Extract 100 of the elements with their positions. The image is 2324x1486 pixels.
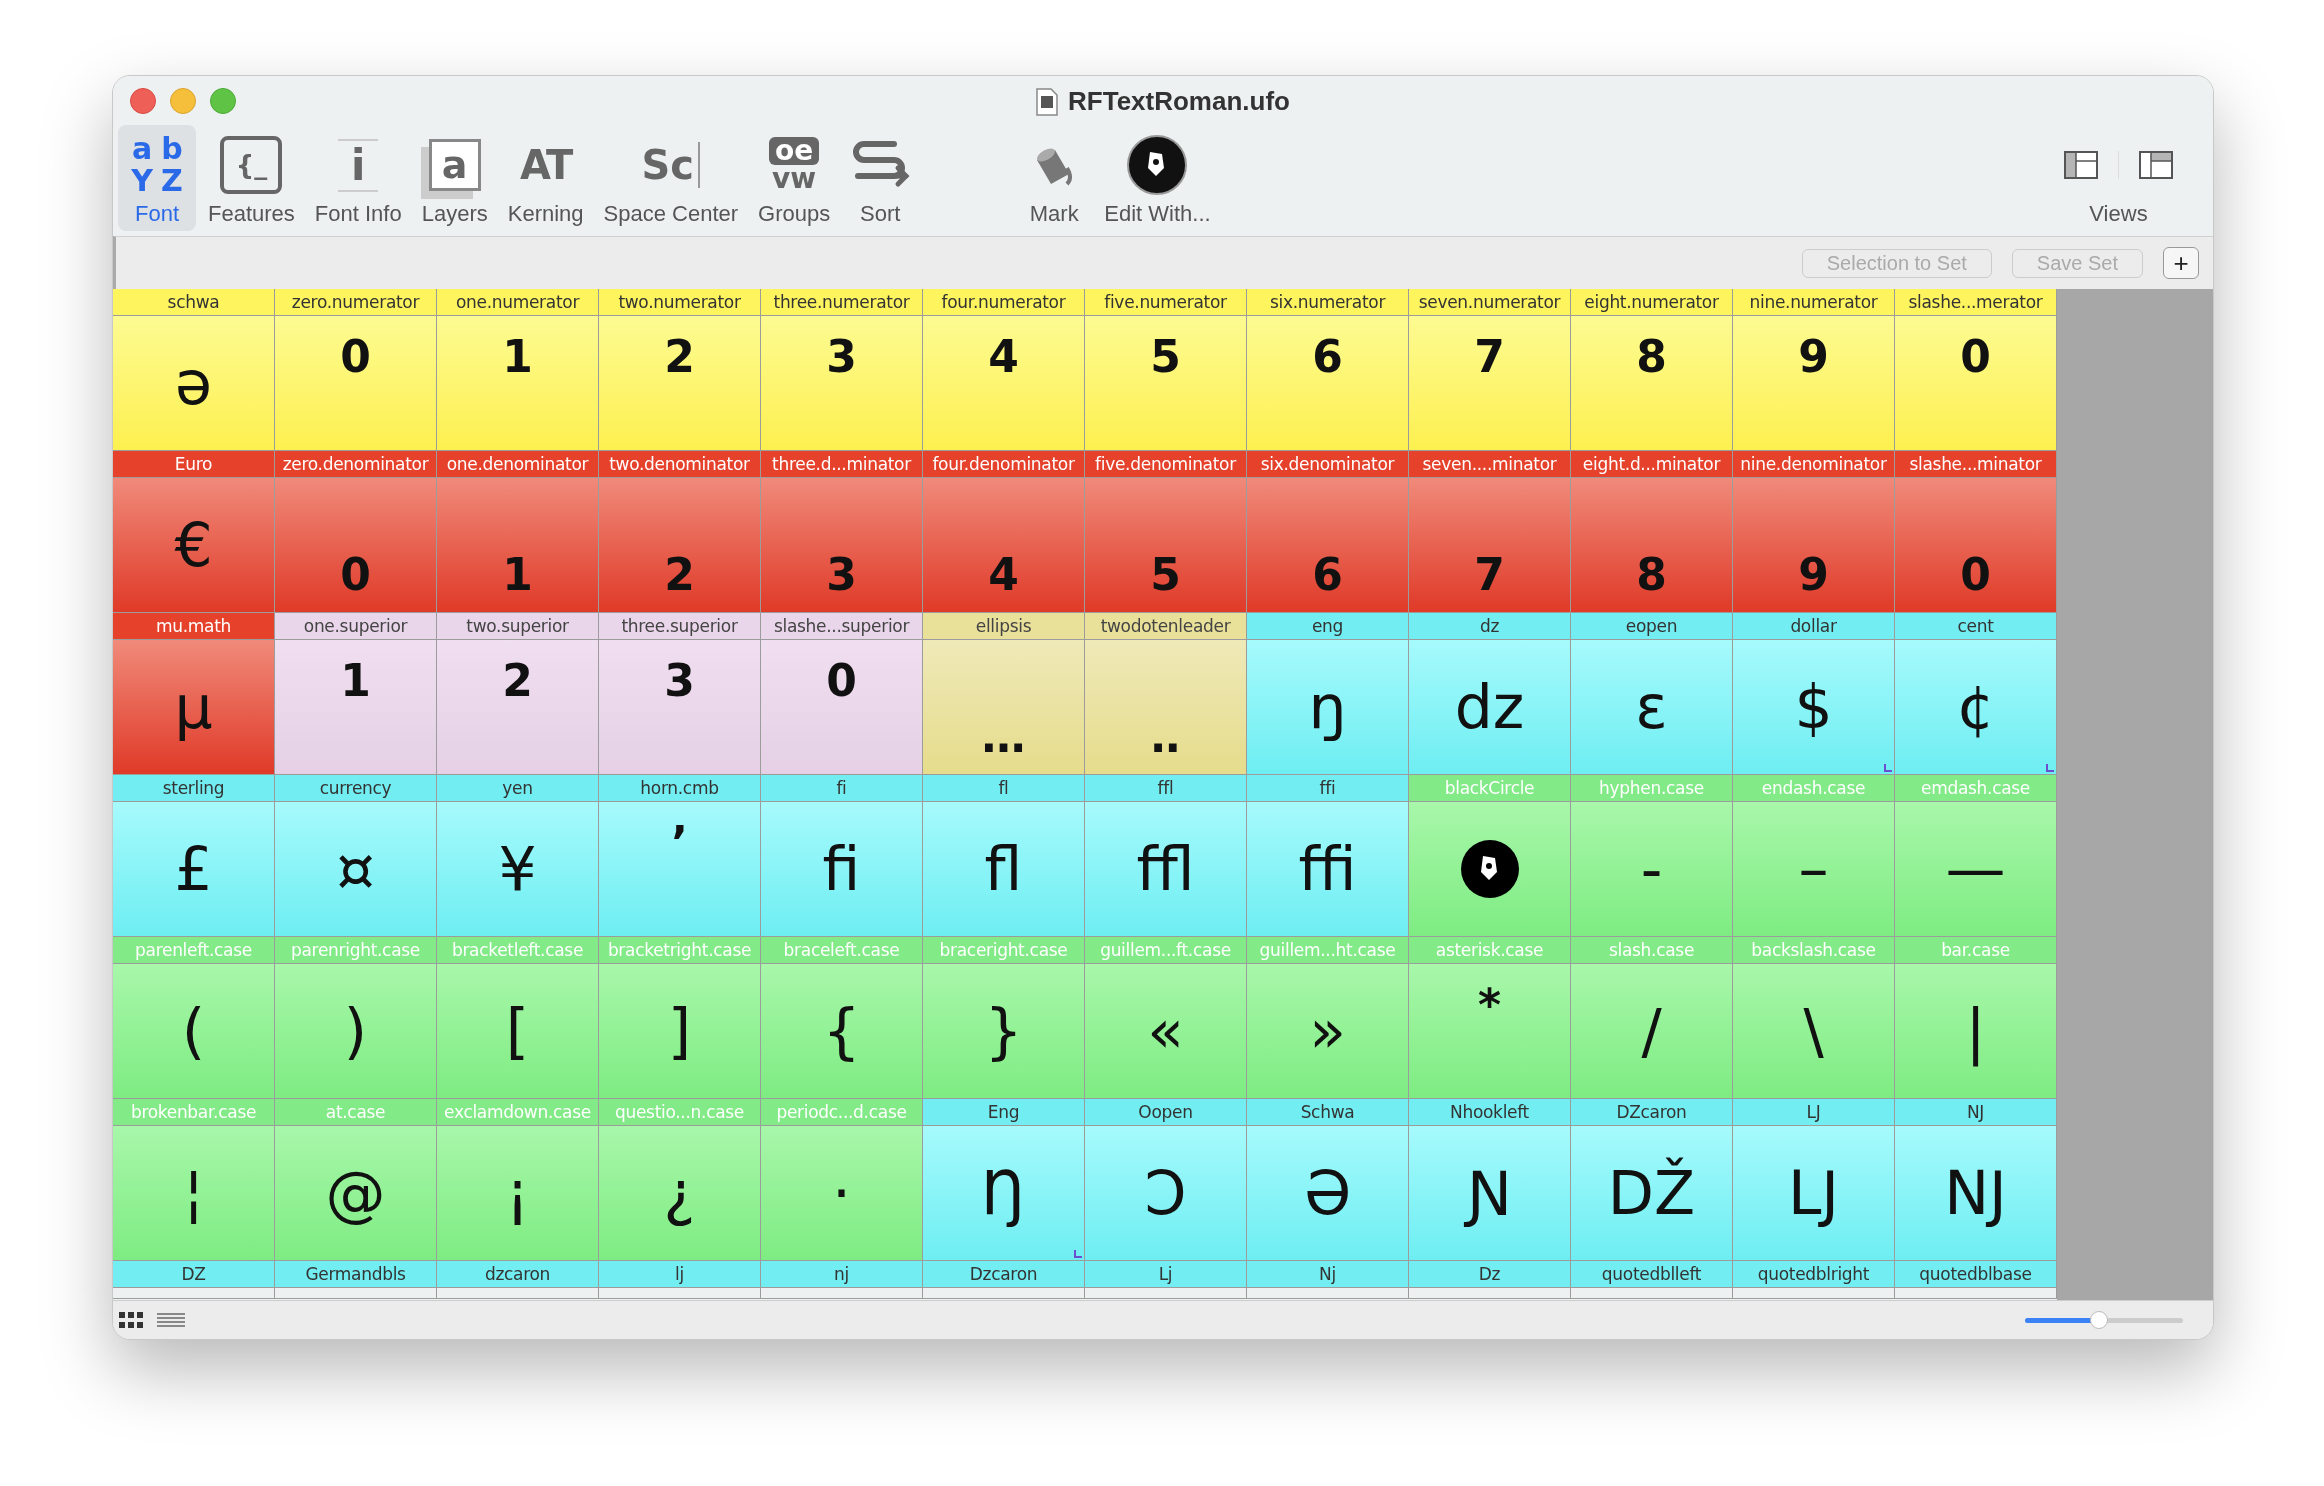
glyph-name: yen — [437, 775, 598, 802]
glyph-preview: — — [1945, 837, 2006, 901]
glyph-name: six.denominator — [1247, 451, 1408, 478]
toolbar-button[interactable]: a b Y Z Font — [118, 125, 196, 231]
glyph-preview: fi — [822, 837, 861, 901]
glyph-name: currency — [275, 775, 436, 802]
glyph-name: dollar — [1733, 613, 1894, 640]
document-icon — [1036, 87, 1058, 116]
toolbar-button[interactable]: Sc Space Center — [595, 125, 747, 231]
toolbar-button[interactable]: i Font Info — [306, 125, 410, 231]
glyph-preview: / — [1641, 999, 1662, 1063]
glyph-name: guillem...ht.case — [1247, 937, 1408, 964]
glyph-preview: ɛ — [1635, 675, 1668, 739]
glyph-name: seven.numerator — [1409, 289, 1570, 316]
glyph-preview: £ — [174, 837, 213, 901]
glyph-name: slashe...minator — [1895, 451, 2056, 478]
glyph-name: five.denominator — [1085, 451, 1246, 478]
glyph-name: ffl — [1085, 775, 1246, 802]
glyph-name: four.numerator — [923, 289, 1084, 316]
glyph-preview: 6 — [1312, 334, 1343, 380]
glyph-name: three.superior — [599, 613, 760, 640]
glyph-preview: 0 — [826, 658, 857, 704]
glyph-name: dz — [1409, 613, 1570, 640]
glyph-cell[interactable]: nj — [761, 1261, 923, 1299]
glyph-preview: 9 — [1798, 334, 1829, 380]
glyph-preview: 2 — [502, 658, 533, 704]
glyph-name: at.case — [275, 1099, 436, 1126]
close-button[interactable] — [130, 88, 156, 114]
zoom-button[interactable] — [210, 88, 236, 114]
glyph-name: three.numerator — [761, 289, 922, 316]
glyph-name: asterisk.case — [1409, 937, 1570, 964]
glyph-name: one.numerator — [437, 289, 598, 316]
toolbar-button[interactable]: oe vw Groups — [750, 125, 839, 231]
toolbar-button[interactable]: {_ Features — [200, 125, 303, 231]
glyph-preview: 3 — [664, 658, 695, 704]
glyph-cell[interactable]: dzcaron — [437, 1261, 599, 1299]
zoom-slider[interactable] — [2025, 1311, 2183, 1329]
glyph-name: five.numerator — [1085, 289, 1246, 316]
glyph-cell[interactable]: quotedblleft — [1571, 1261, 1733, 1299]
glyph-preview: Ŋ — [981, 1161, 1026, 1225]
glyph-cell[interactable]: Dz — [1409, 1261, 1571, 1299]
glyph-preview: 3 — [826, 552, 857, 598]
glyph-name: nine.numerator — [1733, 289, 1894, 316]
glyph-name: periodc...d.case — [761, 1099, 922, 1126]
glyph-name: parenleft.case — [113, 937, 274, 964]
glyph-preview: 8 — [1636, 552, 1667, 598]
glyph-name: nj — [761, 1261, 922, 1288]
toolbar-button[interactable]: Sort — [842, 125, 919, 231]
glyph-preview: @ — [325, 1161, 386, 1225]
glyph-preview: fl — [984, 837, 1023, 901]
toolbar-button[interactable]: Edit With... — [1096, 125, 1219, 231]
glyph-cell[interactable]: lj — [599, 1261, 761, 1299]
glyph-cell[interactable]: Nj — [1247, 1261, 1409, 1299]
glyph-name: endash.case — [1733, 775, 1894, 802]
glyph-preview: 4 — [988, 552, 1019, 598]
glyph-preview: ] — [667, 999, 692, 1063]
glyph-cell[interactable]: Germandbls — [275, 1261, 437, 1299]
glyph-preview: µ — [174, 675, 213, 739]
glyph-name: quotedblbase — [1895, 1261, 2056, 1288]
glyph-cell[interactable]: quotedblright — [1733, 1261, 1895, 1299]
glyph-preview: 5 — [1150, 552, 1181, 598]
glyph-name: NJ — [1895, 1099, 2056, 1126]
glyph-preview: ¤ — [336, 837, 375, 901]
glyph-name: braceleft.case — [761, 937, 922, 964]
glyph-name: seven....minator — [1409, 451, 1570, 478]
grid-view-icon[interactable] — [119, 1312, 143, 1328]
toolbar-button[interactable]: a Layers — [413, 125, 496, 231]
glyph-preview: 9 — [1798, 552, 1829, 598]
add-button[interactable]: + — [2163, 247, 2199, 279]
glyph-preview: ¦ — [183, 1161, 204, 1225]
glyph-cell[interactable]: Dzcaron — [923, 1261, 1085, 1299]
pen-nib-circle-icon — [1458, 838, 1521, 900]
glyph-preview: ŋ — [1308, 675, 1347, 739]
glyph-preview: 1 — [502, 552, 533, 598]
glyph-name: cent — [1895, 613, 2056, 640]
glyph-name: six.numerator — [1247, 289, 1408, 316]
glyph-preview: ə — [175, 351, 212, 415]
glyph-preview: LJ — [1787, 1161, 1840, 1225]
glyph-name: brokenbar.case — [113, 1099, 274, 1126]
inspector-view-icon — [2139, 151, 2173, 179]
glyph-preview: } — [984, 999, 1023, 1063]
glyph-preview: NJ — [1944, 1161, 2007, 1225]
glyph-preview: 7 — [1474, 334, 1505, 380]
toolbar-button[interactable]: AT Kerning — [499, 125, 592, 231]
slider-thumb[interactable] — [2090, 1311, 2109, 1329]
glyph-name: questio...n.case — [599, 1099, 760, 1126]
glyph-preview: \ — [1803, 999, 1824, 1063]
glyph-name: Nhookleft — [1409, 1099, 1570, 1126]
glyph-name: eopen — [1571, 613, 1732, 640]
glyph-cell[interactable]: quotedblbase — [1895, 1261, 2057, 1299]
glyph-name: twodotenleader — [1085, 613, 1246, 640]
glyph-cell[interactable]: Lj — [1085, 1261, 1247, 1299]
glyph-preview: 0 — [340, 552, 371, 598]
minimize-button[interactable] — [170, 88, 196, 114]
toolbar-button[interactable]: Mark — [1016, 125, 1093, 231]
glyph-preview: 6 — [1312, 552, 1343, 598]
glyph-cell[interactable]: DZ — [113, 1261, 275, 1299]
list-view-icon[interactable] — [157, 1312, 185, 1328]
views-label: Views — [2089, 201, 2148, 227]
glyph-name: Schwa — [1247, 1099, 1408, 1126]
